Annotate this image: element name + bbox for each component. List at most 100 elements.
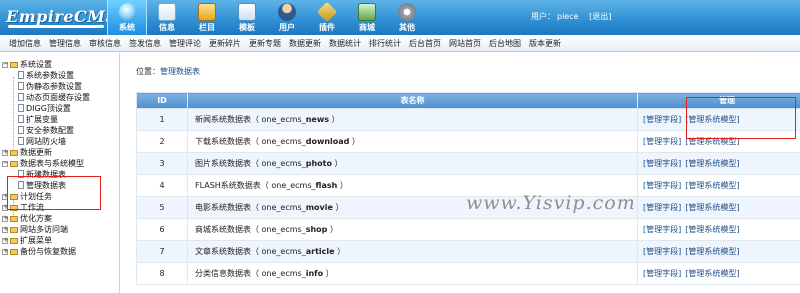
menu-manage-comments[interactable]: 管理评论 <box>169 38 201 49</box>
topnav-template[interactable]: 模板 <box>227 0 267 35</box>
menu-update-topics[interactable]: 更新专题 <box>249 38 281 49</box>
top-banner: EmpireCMS 系统 信息 栏目 模板 用户 插件 商城 其他 用户： pi… <box>0 0 800 35</box>
tree-firewall[interactable]: 网站防火墙 <box>18 136 66 147</box>
table-name-close: ） <box>349 137 360 146</box>
folder-icon <box>10 238 18 244</box>
table-name-suffix: movie <box>305 203 333 212</box>
highlight-box <box>686 97 796 139</box>
topnav-plugin[interactable]: 插件 <box>307 0 347 35</box>
menu-data-update[interactable]: 数据更新 <box>289 38 321 49</box>
tree-extend-vars[interactable]: 扩展变量 <box>18 114 58 125</box>
topnav-other[interactable]: 其他 <box>387 0 427 35</box>
tree-label: 动态页面缓存设置 <box>26 93 90 102</box>
username: piece <box>557 12 579 21</box>
tree-optimize[interactable]: 优化方案 <box>2 213 52 224</box>
row-table-name: 新闻系统数据表（ one_ecms_news ） <box>187 108 638 131</box>
gear-icon <box>398 3 416 21</box>
manage-models-link[interactable]: [管理系统模型] <box>685 269 739 278</box>
menu-admin-map[interactable]: 后台地图 <box>489 38 521 49</box>
menu-data-stats[interactable]: 数据统计 <box>329 38 361 49</box>
table-name-close: ） <box>323 269 334 278</box>
manage-models-link[interactable]: [管理系统模型] <box>685 203 739 212</box>
tree-multi-access[interactable]: 网站多访问端 <box>2 224 68 235</box>
manage-fields-link[interactable]: [管理字段] <box>643 137 681 146</box>
folder-icon <box>10 216 18 222</box>
table-name-close: ） <box>327 225 338 234</box>
tree-ext-menu[interactable]: 扩展菜单 <box>2 235 52 246</box>
tree-data-update[interactable]: 数据更新 <box>2 147 52 158</box>
menu-admin-home[interactable]: 后台首页 <box>409 38 441 49</box>
topnav-label: 插件 <box>319 23 335 32</box>
logo-text: EmpireCMS <box>6 7 118 26</box>
tree-security[interactable]: 安全参数配置 <box>18 125 74 136</box>
table-row: 3 图片系统数据表（ one_ecms_photo ） [管理字段] [管理系统模型] <box>136 152 800 175</box>
menu-rank-stats[interactable]: 排行统计 <box>369 38 401 49</box>
table-name-prefix: FLASH系统数据表（ one_ecms_ <box>195 181 316 190</box>
tree-label: DIGG顶设置 <box>26 104 71 113</box>
menu-update-fragments[interactable]: 更新碎片 <box>209 38 241 49</box>
manage-models-link[interactable]: [管理系统模型] <box>685 247 739 256</box>
empirecms-logo[interactable]: EmpireCMS <box>4 5 117 31</box>
tree-label: 安全参数配置 <box>26 126 74 135</box>
topnav-info[interactable]: 信息 <box>147 0 187 35</box>
breadcrumb-prefix: 位置： <box>136 67 160 76</box>
manage-fields-link[interactable]: [管理字段] <box>643 181 681 190</box>
manage-fields-link[interactable]: [管理字段] <box>643 203 681 212</box>
folder-icon <box>10 249 18 255</box>
table-name-suffix: news <box>305 115 329 124</box>
folder-icon <box>10 150 18 156</box>
user-info: 用户： piece [退出] <box>531 11 613 22</box>
topnav-user[interactable]: 用户 <box>267 0 307 35</box>
manage-fields-link[interactable]: [管理字段] <box>643 247 681 256</box>
topnav-label: 信息 <box>159 23 175 32</box>
table-name-prefix: 新闻系统数据表（ one_ecms_ <box>195 115 306 124</box>
row-table-name: 商城系统数据表（ one_ecms_shop ） <box>187 218 638 241</box>
topnav-column[interactable]: 栏目 <box>187 0 227 35</box>
manage-fields-link[interactable]: [管理字段] <box>643 115 681 124</box>
manage-models-link[interactable]: [管理系统模型] <box>685 181 739 190</box>
tree-datatables-models[interactable]: 数据表与系统模型 <box>2 158 84 169</box>
tree-digg[interactable]: DIGG顶设置 <box>18 103 71 114</box>
row-actions: [管理字段] [管理系统模型] <box>637 218 800 241</box>
menu-sign-info[interactable]: 签发信息 <box>129 38 161 49</box>
row-actions: [管理字段] [管理系统模型] <box>637 196 800 219</box>
manage-models-link[interactable]: [管理系统模型] <box>685 225 739 234</box>
manage-models-link[interactable]: [管理系统模型] <box>685 159 739 168</box>
row-actions: [管理字段] [管理系统模型] <box>637 174 800 197</box>
topnav-system[interactable]: 系统 <box>107 0 147 35</box>
row-id: 2 <box>136 130 188 153</box>
row-id: 4 <box>136 174 188 197</box>
breadcrumb-link[interactable]: 管理数据表 <box>160 67 200 76</box>
manage-fields-link[interactable]: [管理字段] <box>643 269 681 278</box>
tree-label: 网站多访问端 <box>20 225 68 234</box>
tree-dynamic-cache[interactable]: 动态页面缓存设置 <box>18 92 90 103</box>
menu-site-home[interactable]: 网站首页 <box>449 38 481 49</box>
table-name-prefix: 电影系统数据表（ one_ecms_ <box>195 203 306 212</box>
expand-icon <box>2 214 9 222</box>
tree-system-settings[interactable]: 系统设置 <box>2 59 52 70</box>
tree-pseudo-static[interactable]: 伪静态参数设置 <box>18 81 82 92</box>
tree-backup[interactable]: 备份与恢复数据 <box>2 246 76 257</box>
page-icon <box>18 71 24 79</box>
page-icon <box>18 137 24 145</box>
folder-icon <box>10 161 18 167</box>
table-row: 7 文章系统数据表（ one_ecms_article ） [管理字段] [管理系统模… <box>136 240 800 263</box>
folder-icon <box>10 62 18 68</box>
topnav-label: 栏目 <box>199 23 215 32</box>
topnav-label: 商城 <box>359 23 375 32</box>
logout-link[interactable]: [退出] <box>589 12 611 21</box>
table-row: 6 商城系统数据表（ one_ecms_shop ） [管理字段] [管理系统模型] <box>136 218 800 241</box>
row-id: 7 <box>136 240 188 263</box>
tree-sys-params[interactable]: 系统参数设置 <box>18 70 74 81</box>
template-icon <box>238 3 256 21</box>
document-icon <box>158 3 176 21</box>
expand-icon <box>2 225 9 233</box>
topnav-shop[interactable]: 商城 <box>347 0 387 35</box>
menu-review-info[interactable]: 审核信息 <box>89 38 121 49</box>
tree-label: 系统参数设置 <box>26 71 74 80</box>
menu-add-info[interactable]: 增加信息 <box>9 38 41 49</box>
manage-fields-link[interactable]: [管理字段] <box>643 225 681 234</box>
menu-manage-info[interactable]: 管理信息 <box>49 38 81 49</box>
menu-version-update[interactable]: 版本更新 <box>529 38 561 49</box>
manage-fields-link[interactable]: [管理字段] <box>643 159 681 168</box>
